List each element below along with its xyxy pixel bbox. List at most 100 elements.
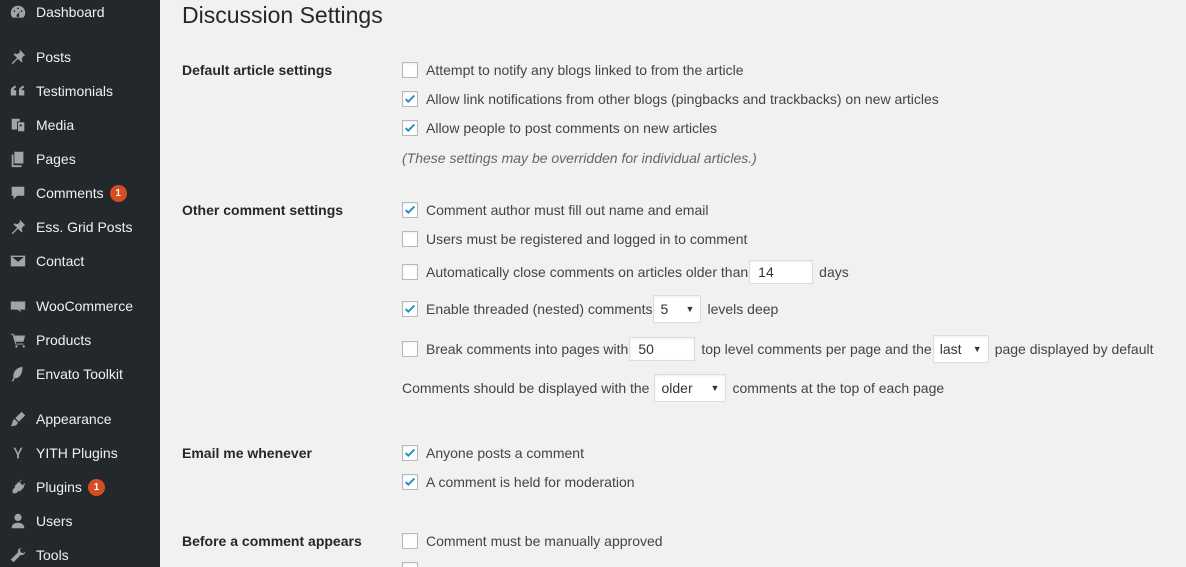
dashboard-icon (0, 3, 36, 21)
comments-count-badge: 1 (109, 184, 127, 202)
sidebar-item-label: WooCommerce (36, 298, 133, 314)
paged-middle-label: top level comments per page and the (701, 341, 932, 357)
auto-close-days-input[interactable]: 14 (749, 260, 814, 284)
section-label-before-appears: Before a comment appears (182, 533, 362, 549)
default-page-value: last (939, 341, 962, 357)
sidebar-item-dashboard[interactable]: Dashboard (0, 0, 160, 29)
option-require-name-email: Comment author must fill out name and em… (402, 202, 708, 218)
chevron-down-icon: ▼ (972, 344, 982, 354)
comment-icon (0, 184, 36, 202)
partially-visible-checkbox[interactable] (402, 562, 418, 567)
option-partially-visible (402, 562, 426, 567)
pin-icon (0, 218, 36, 236)
paged-checkbox[interactable] (402, 341, 418, 357)
section-label-default-article: Default article settings (182, 62, 333, 78)
require-name-email-checkbox[interactable] (402, 202, 418, 218)
plug-icon (0, 478, 36, 496)
brush-icon (0, 410, 36, 428)
threaded-checkbox[interactable] (402, 301, 418, 317)
option-order: Comments should be displayed with the ol… (402, 374, 944, 402)
option-auto-close: Automatically close comments on articles… (402, 260, 849, 284)
registered-only-checkbox[interactable] (402, 231, 418, 247)
sidebar-item-pages[interactable]: Pages (0, 142, 160, 176)
require-name-email-label: Comment author must fill out name and em… (426, 202, 709, 218)
sidebar-item-label: Products (36, 332, 92, 348)
comment-order-select[interactable]: older ▼ (654, 374, 727, 402)
auto-close-checkbox[interactable] (402, 264, 418, 280)
chevron-down-icon: ▼ (685, 304, 695, 314)
sidebar-item-label: Appearance (36, 411, 112, 427)
sidebar-item-label: Pages (36, 151, 76, 167)
sidebar-item-testimonials[interactable]: Testimonials (0, 74, 160, 108)
manual-approval-label: Comment must be manually approved (426, 533, 663, 549)
held-moderation-label: A comment is held for moderation (426, 474, 635, 490)
allow-pingbacks-label: Allow link notifications from other blog… (426, 91, 939, 107)
sidebar-item-label: Posts (36, 49, 72, 65)
thread-depth-value: 5 (660, 301, 669, 317)
allow-comments-checkbox[interactable] (402, 120, 418, 136)
option-paged: Break comments into pages with 50 top le… (402, 335, 1154, 363)
sidebar-item-label: Ess. Grid Posts (36, 219, 133, 235)
envelope-icon (0, 252, 36, 270)
sidebar-item-label: Plugins (36, 479, 82, 495)
settings-main: Discussion Settings Default article sett… (160, 0, 1186, 567)
sidebar-item-envato-toolkit[interactable]: Envato Toolkit (0, 357, 160, 391)
manual-approval-checkbox[interactable] (402, 533, 418, 549)
notify-blogs-checkbox[interactable] (402, 62, 418, 78)
sidebar-item-woocommerce[interactable]: WooCommerce (0, 289, 160, 323)
allow-pingbacks-checkbox[interactable] (402, 91, 418, 107)
sidebar-item-label: Tools (36, 547, 69, 563)
sidebar-item-media[interactable]: Media (0, 108, 160, 142)
paged-suffix: page displayed by default (994, 341, 1154, 357)
section-label-email: Email me whenever (182, 445, 312, 461)
allow-comments-label: Allow people to post comments on new art… (426, 120, 718, 136)
sidebar-item-users[interactable]: Users (0, 504, 160, 538)
comments-per-page-input[interactable]: 50 (629, 337, 696, 361)
threaded-label: Enable threaded (nested) comments (426, 301, 653, 317)
threaded-suffix: levels deep (707, 301, 779, 317)
sidebar-item-yith-plugins[interactable]: YITH Plugins (0, 436, 160, 470)
thread-depth-select[interactable]: 5 ▼ (653, 295, 702, 323)
pin-icon (0, 48, 36, 66)
option-registered-only: Users must be registered and logged in t… (402, 231, 747, 247)
sidebar-item-label: Envato Toolkit (36, 366, 123, 382)
chevron-down-icon: ▼ (710, 383, 720, 393)
option-allow-comments: Allow people to post comments on new art… (402, 120, 717, 136)
option-threaded: Enable threaded (nested) comments 5 ▼ lev… (402, 295, 778, 323)
plugins-count-badge: 1 (87, 478, 105, 496)
section-label-other-comment: Other comment settings (182, 202, 344, 218)
user-icon (0, 512, 36, 530)
sidebar-item-appearance[interactable]: Appearance (0, 402, 160, 436)
yith-icon (0, 444, 36, 462)
override-note: (These settings may be overridden for in… (402, 150, 757, 166)
sidebar-item-ess-grid-posts[interactable]: Ess. Grid Posts (0, 210, 160, 244)
default-page-select[interactable]: last ▼ (932, 335, 989, 363)
option-anyone-posts: Anyone posts a comment (402, 445, 584, 461)
woo-icon (0, 297, 36, 315)
option-notify-blogs: Attempt to notify any blogs linked to fr… (402, 62, 744, 78)
sidebar-item-contact[interactable]: Contact (0, 244, 160, 278)
sidebar-item-tools[interactable]: Tools (0, 538, 160, 567)
paged-label: Break comments into pages with (426, 341, 629, 357)
media-icon (0, 116, 36, 134)
sidebar-item-label: YITH Plugins (36, 445, 118, 461)
registered-only-label: Users must be registered and logged in t… (426, 231, 748, 247)
page-title: Discussion Settings (182, 2, 383, 28)
admin-sidebar: Dashboard Posts Testimonials Media Pages… (0, 0, 160, 567)
order-prefix: Comments should be displayed with the (402, 380, 650, 396)
auto-close-label: Automatically close comments on articles… (426, 264, 749, 280)
anyone-posts-label: Anyone posts a comment (426, 445, 584, 461)
held-moderation-checkbox[interactable] (402, 474, 418, 490)
sidebar-item-comments[interactable]: Comments 1 (0, 176, 160, 210)
anyone-posts-checkbox[interactable] (402, 445, 418, 461)
leaf-icon (0, 365, 36, 383)
sidebar-item-label: Contact (36, 253, 85, 269)
sidebar-item-label: Users (36, 513, 73, 529)
cart-icon (0, 331, 36, 349)
sidebar-item-posts[interactable]: Posts (0, 40, 160, 74)
option-allow-pingbacks: Allow link notifications from other blog… (402, 91, 939, 107)
sidebar-item-label: Testimonials (36, 83, 114, 99)
sidebar-item-plugins[interactable]: Plugins 1 (0, 470, 160, 504)
sidebar-item-products[interactable]: Products (0, 323, 160, 357)
sidebar-item-label: Comments (36, 185, 104, 201)
